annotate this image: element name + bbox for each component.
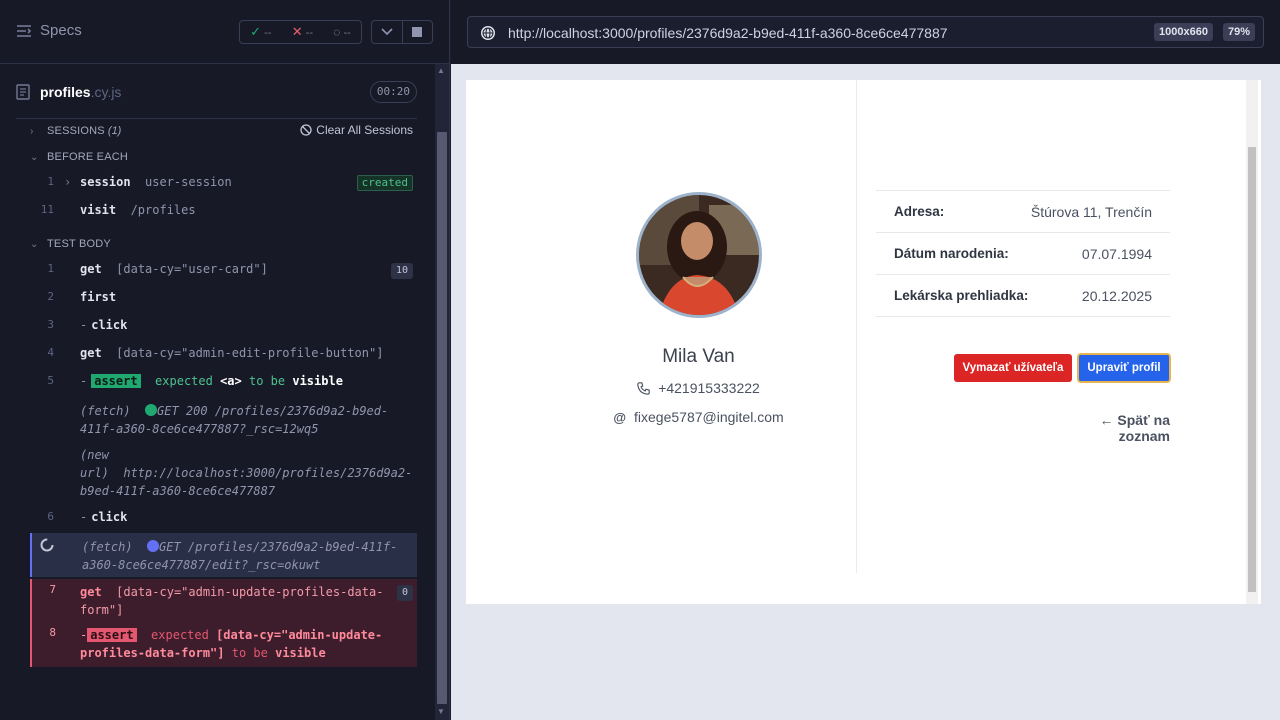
new-url-log[interactable]: (new url) http://localhost:3000/profiles… xyxy=(30,446,417,500)
phone-icon xyxy=(637,381,650,395)
fetch-log-get-200[interactable]: (fetch) GET 200 /profiles/2376d9a2-b9ed-… xyxy=(30,402,417,438)
back-to-list-link[interactable]: ← Späť na zoznam xyxy=(1050,412,1171,444)
spec-duration: 00:20 xyxy=(369,81,417,103)
check-icon: ✓ xyxy=(250,24,262,39)
scroll-up-icon[interactable]: ▲ xyxy=(437,66,445,75)
runner-header: Specs ✓ -- ✕ -- ◌ -- xyxy=(0,0,450,64)
delete-user-button[interactable]: Vymazať užívateľa xyxy=(954,354,1072,382)
chevron-right-icon: › xyxy=(30,125,34,137)
frame-scrollbar-thumb[interactable] xyxy=(1248,147,1256,592)
app-preview: http://localhost:3000/profiles/2376d9a2-… xyxy=(451,0,1280,720)
session-status-badge: created xyxy=(356,175,413,191)
sessions-section[interactable]: › SESSIONS (1) Clear All Sessions xyxy=(16,119,417,143)
passed-stat: ✓ -- xyxy=(250,24,272,39)
stop-button[interactable] xyxy=(403,21,433,43)
profile-name: Mila Van xyxy=(662,346,735,367)
command-visit[interactable]: 11 visit /profiles xyxy=(30,203,417,221)
url-text: http://localhost:3000/profiles/2376d9a2-… xyxy=(508,25,948,41)
app-frame: Mila Van +421915333222 @ fixege5787@ingi… xyxy=(466,80,1261,604)
chevron-down-icon: ⌄ xyxy=(30,238,39,250)
stop-icon xyxy=(412,27,423,37)
url-bar[interactable]: http://localhost:3000/profiles/2376d9a2-… xyxy=(467,16,1264,48)
spinner-icon xyxy=(40,538,54,552)
status-dot-icon xyxy=(145,404,158,416)
document-icon xyxy=(16,84,30,100)
globe-icon xyxy=(481,26,495,40)
spec-filename[interactable]: profiles.cy.js xyxy=(40,84,121,100)
status-dot-icon xyxy=(147,540,160,552)
list-collapse-icon xyxy=(17,24,32,37)
failed-stat: ✕ -- xyxy=(291,24,314,39)
element-count-badge: 10 xyxy=(390,263,413,279)
element-count-badge: 0 xyxy=(396,585,413,601)
test-stats: ✓ -- ✕ -- ◌ -- xyxy=(239,20,362,44)
command-click-2[interactable]: 6 - click xyxy=(30,510,417,528)
chevron-down-icon xyxy=(381,28,393,36)
cross-icon: ✕ xyxy=(291,24,303,39)
edit-profile-button[interactable]: Upraviť profil xyxy=(1077,353,1171,383)
command-session[interactable]: 1 › session user-session created xyxy=(30,175,417,193)
command-first[interactable]: 2 first xyxy=(30,290,417,308)
command-assert-failed[interactable]: 8 - assert expected [data-cy="admin-updat… xyxy=(32,626,417,662)
info-row-birthdate: Dátum narodenia: 07.07.1994 xyxy=(876,232,1170,274)
column-divider xyxy=(856,80,857,573)
chevron-right-icon: › xyxy=(64,175,72,189)
viewport-size-badge[interactable]: 1000x660 xyxy=(1154,23,1213,41)
spec-header: profiles.cy.js 00:20 xyxy=(16,64,417,119)
command-log-panel: Specs ✓ -- ✕ -- ◌ -- profiles.cy.js 00:2… xyxy=(0,0,450,720)
command-assert-visible[interactable]: 5 - assert expected <a> to be visible xyxy=(30,374,417,392)
info-row-medical: Lekárska prehliadka: 20.12.2025 xyxy=(876,274,1170,316)
phone-row: +421915333222 xyxy=(596,380,801,396)
zoom-badge: 79% xyxy=(1222,23,1255,41)
phone-number: +421915333222 xyxy=(658,380,760,396)
email-address: fixege5787@ingitel.com xyxy=(634,409,784,425)
command-click[interactable]: 3 - click xyxy=(30,318,417,336)
failed-commands: 7 get [data-cy="admin-update-profiles-da… xyxy=(30,579,417,667)
command-get-update-form[interactable]: 7 get [data-cy="admin-update-profiles-da… xyxy=(32,583,417,619)
scrollbar-thumb[interactable] xyxy=(437,132,447,704)
info-divider xyxy=(876,316,1170,317)
at-icon: @ xyxy=(613,409,627,425)
frame-scrollbar[interactable] xyxy=(1246,80,1258,604)
spinner-icon: ◌ xyxy=(333,25,341,39)
info-row-address: Adresa: Štúrova 11, Trenčín xyxy=(876,190,1170,232)
profile-photo xyxy=(639,195,759,315)
command-get-edit-button[interactable]: 4 get [data-cy="admin-edit-profile-butto… xyxy=(30,346,417,364)
email-row: @ fixege5787@ingitel.com xyxy=(596,409,801,425)
before-each-section[interactable]: ⌄ BEFORE EACH xyxy=(16,145,417,169)
preview-header: http://localhost:3000/profiles/2376d9a2-… xyxy=(451,0,1280,64)
specs-label: Specs xyxy=(40,22,82,39)
fetch-log-pending[interactable]: (fetch) GET /profiles/2376d9a2-b9ed-411f… xyxy=(30,533,417,577)
clear-sessions-button[interactable]: Clear All Sessions xyxy=(300,123,413,137)
command-get-user-card[interactable]: 1 get [data-cy="user-card"] 10 xyxy=(30,262,417,280)
avatar xyxy=(636,192,762,318)
specs-toggle[interactable]: Specs xyxy=(16,22,82,39)
runner-controls xyxy=(371,20,433,44)
prohibit-icon xyxy=(300,124,312,136)
pending-stat: ◌ -- xyxy=(333,25,351,39)
test-body-section[interactable]: ⌄ TEST BODY xyxy=(16,232,417,256)
chevron-down-icon: ⌄ xyxy=(30,151,39,163)
dropdown-button[interactable] xyxy=(372,21,403,43)
scroll-down-icon[interactable]: ▼ xyxy=(437,707,445,716)
